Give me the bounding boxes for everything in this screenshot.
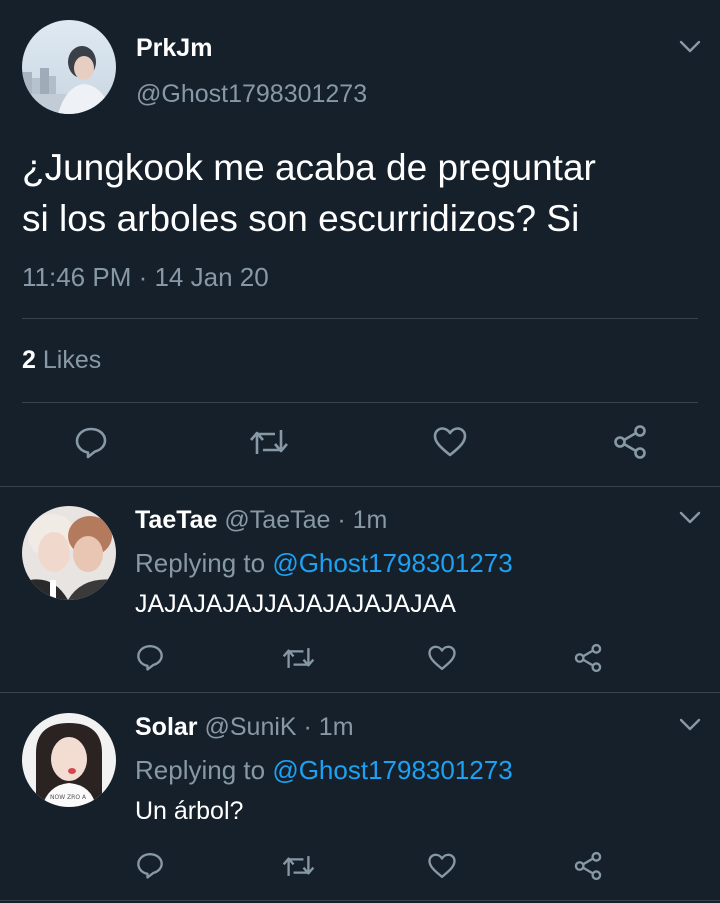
share-icon <box>574 643 602 673</box>
retweet-button[interactable] <box>282 643 315 673</box>
tweet-text-line-2: si los arboles son escurridizos? Si <box>22 198 580 239</box>
avatar-solar[interactable]: NOW ZRO A <box>22 713 116 807</box>
chevron-down-icon[interactable] <box>679 718 701 737</box>
share-button[interactable] <box>573 851 603 881</box>
avatar-taetae[interactable] <box>22 506 116 600</box>
retweet-icon <box>282 856 315 876</box>
like-button[interactable] <box>432 424 468 460</box>
tweet-text-line-1: ¿Jungkook me acaba de preguntar <box>22 147 596 188</box>
like-icon <box>428 853 456 878</box>
tweet-timestamp[interactable]: 11:46 PM · 14 Jan 20 <box>22 262 269 293</box>
avatar-main[interactable] <box>22 20 116 114</box>
likes-summary[interactable]: 2 Likes <box>22 346 101 375</box>
like-button[interactable] <box>427 851 457 881</box>
reply-text: JAJAJAJAJJAJAJAJAJAJAA <box>135 590 456 618</box>
divider <box>0 900 720 901</box>
share-button[interactable] <box>612 424 648 460</box>
author-name[interactable]: PrkJm <box>136 34 212 63</box>
retweet-button[interactable] <box>282 851 315 881</box>
retweet-button[interactable] <box>249 424 289 460</box>
reply-icon <box>137 645 163 671</box>
replying-prefix: Replying to <box>135 548 266 578</box>
reply-author-name[interactable]: Solar <box>135 713 198 741</box>
reply-author-name[interactable]: TaeTae <box>135 506 217 534</box>
reply-button[interactable] <box>73 424 109 460</box>
reply-header: Solar @SuniK · 1m <box>135 713 354 742</box>
divider <box>0 486 720 487</box>
replying-handle-link[interactable]: @Ghost1798301273 <box>272 548 512 578</box>
replying-prefix: Replying to <box>135 755 266 785</box>
replying-to: Replying to @Ghost1798301273 <box>135 755 513 786</box>
reply-icon <box>75 427 107 459</box>
share-icon <box>614 425 646 459</box>
reply-meta: @SuniK · 1m <box>204 713 354 741</box>
reply-text: Un árbol? <box>135 797 244 825</box>
avatar-image: NOW ZRO A <box>22 713 116 807</box>
likes-label: Likes <box>42 346 102 374</box>
share-icon <box>574 851 602 881</box>
likes-count: 2 <box>22 346 36 374</box>
like-icon <box>433 427 467 457</box>
divider <box>22 318 698 319</box>
reply-button[interactable] <box>135 850 165 880</box>
replying-handle-link[interactable]: @Ghost1798301273 <box>272 755 512 785</box>
reply-icon <box>137 853 163 879</box>
avatar-image <box>22 20 116 114</box>
reply-button[interactable] <box>135 642 165 672</box>
share-button[interactable] <box>573 643 603 673</box>
retweet-icon <box>250 430 288 454</box>
like-button[interactable] <box>427 643 457 673</box>
avatar-image <box>22 506 116 600</box>
author-handle[interactable]: @Ghost1798301273 <box>136 80 367 109</box>
divider <box>0 692 720 693</box>
like-icon <box>428 645 456 670</box>
reply-header: TaeTae @TaeTae · 1m <box>135 506 387 535</box>
replying-to: Replying to @Ghost1798301273 <box>135 548 513 579</box>
chevron-down-icon[interactable] <box>679 40 701 59</box>
chevron-down-icon[interactable] <box>679 511 701 530</box>
divider <box>22 402 698 403</box>
avatar-shirt-print: NOW ZRO A <box>50 794 87 801</box>
retweet-icon <box>282 648 315 668</box>
reply-meta: @TaeTae · 1m <box>224 506 388 534</box>
